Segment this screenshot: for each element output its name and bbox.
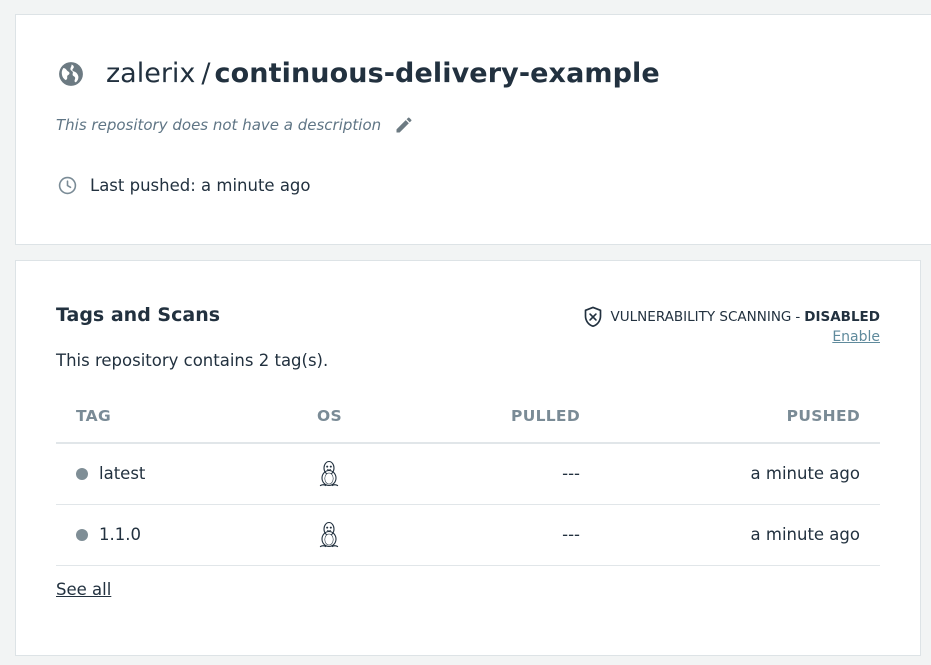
tag-cell[interactable]: latest bbox=[76, 464, 145, 483]
linux-icon bbox=[319, 460, 339, 487]
scan-status: DISABLED bbox=[804, 309, 880, 325]
section-title: Tags and Scans bbox=[56, 304, 221, 326]
see-all-link[interactable]: See all bbox=[56, 580, 111, 599]
globe-icon bbox=[59, 61, 83, 86]
tags-table: TAG OS PULLED PUSHED latest --- a minute… bbox=[56, 391, 880, 566]
table-header: TAG OS PULLED PUSHED bbox=[56, 391, 880, 444]
scan-label: VULNERABILITY SCANNING bbox=[610, 309, 792, 325]
repository-title: zalerix / continuous-delivery-example bbox=[58, 58, 660, 89]
os-cell bbox=[318, 521, 340, 549]
column-header-pushed: PUSHED bbox=[786, 407, 860, 425]
column-header-pulled: PULLED bbox=[511, 407, 580, 425]
repository-header-card: zalerix / continuous-delivery-example Th… bbox=[15, 14, 931, 245]
enable-scanning-link[interactable]: Enable bbox=[832, 329, 880, 345]
pencil-icon[interactable] bbox=[394, 115, 414, 135]
pushed-cell: a minute ago bbox=[750, 525, 860, 544]
column-header-os: OS bbox=[317, 407, 342, 425]
pulled-cell: --- bbox=[562, 464, 580, 483]
tag-name[interactable]: 1.1.0 bbox=[99, 525, 141, 544]
path-separator: / bbox=[201, 58, 211, 89]
tag-count-text: This repository contains 2 tag(s). bbox=[56, 351, 329, 370]
linux-icon bbox=[319, 521, 339, 548]
namespace-link[interactable]: zalerix bbox=[106, 58, 195, 89]
table-row: 1.1.0 --- a minute ago bbox=[56, 505, 880, 566]
last-pushed-text: Last pushed: a minute ago bbox=[90, 176, 311, 195]
os-cell bbox=[318, 460, 340, 488]
tag-cell[interactable]: 1.1.0 bbox=[76, 525, 141, 544]
scan-separator: - bbox=[795, 309, 801, 325]
vulnerability-scanning-status: VULNERABILITY SCANNING - DISABLED bbox=[583, 306, 880, 328]
last-pushed: Last pushed: a minute ago bbox=[58, 176, 311, 195]
table-row: latest --- a minute ago bbox=[56, 444, 880, 505]
repository-name: continuous-delivery-example bbox=[214, 58, 660, 89]
tag-status-dot bbox=[76, 528, 88, 541]
pulled-cell: --- bbox=[562, 525, 580, 544]
tags-and-scans-card: Tags and Scans VULNERABILITY SCANNING - … bbox=[15, 260, 921, 656]
pushed-cell: a minute ago bbox=[750, 464, 860, 483]
clock-icon bbox=[58, 176, 77, 195]
shield-x-icon bbox=[584, 306, 601, 327]
repository-description: This repository does not have a descript… bbox=[56, 116, 382, 134]
tag-name[interactable]: latest bbox=[99, 464, 145, 483]
tag-status-dot bbox=[76, 467, 88, 480]
column-header-tag: TAG bbox=[76, 407, 111, 425]
